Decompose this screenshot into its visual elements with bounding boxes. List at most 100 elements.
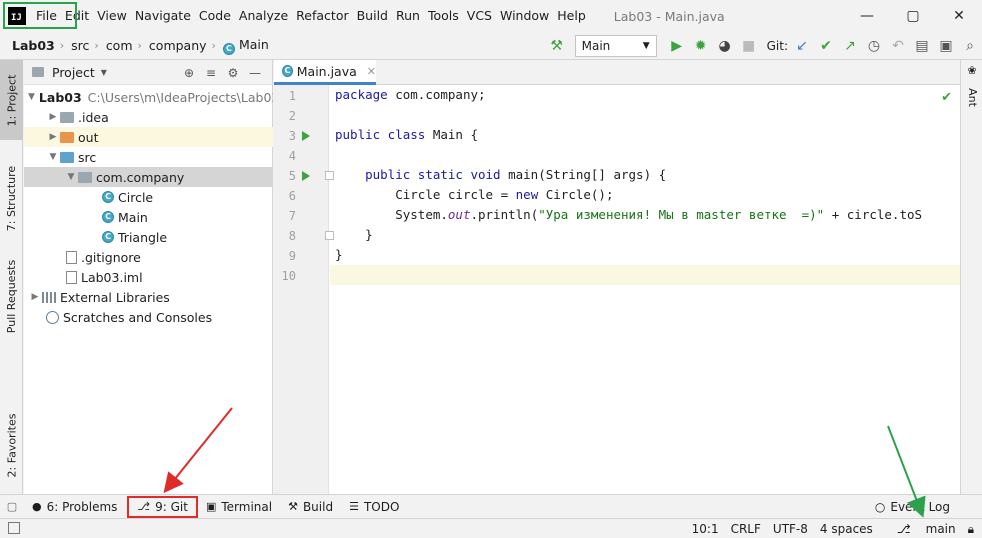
- tree-item-external-libraries[interactable]: ▶ External Libraries: [24, 287, 273, 307]
- run-configuration-select[interactable]: Main ▼: [574, 35, 657, 57]
- collapse-all-icon[interactable]: ≡: [200, 66, 222, 80]
- tree-item-iml[interactable]: Lab03.iml: [24, 267, 273, 287]
- tab-structure-label: 7: Structure: [5, 165, 18, 231]
- collapsed-arrow-icon[interactable]: ▶: [46, 112, 60, 122]
- expanded-arrow-icon[interactable]: ▼: [64, 172, 78, 182]
- menu-help[interactable]: Help: [553, 0, 590, 32]
- run-icon[interactable]: ▶: [665, 34, 689, 58]
- tree-item-src[interactable]: ▼ src: [24, 147, 273, 167]
- breadcrumb-company[interactable]: company: [145, 38, 209, 53]
- debug-icon[interactable]: ✹: [689, 34, 713, 58]
- window-controls: — ▢ ✕: [844, 0, 982, 32]
- breadcrumb-src[interactable]: src: [67, 38, 91, 53]
- tree-item-triangle[interactable]: C Triangle: [24, 227, 273, 247]
- run-gutter-icon[interactable]: [302, 171, 310, 181]
- locate-icon[interactable]: ⊕: [178, 66, 200, 80]
- line-separator[interactable]: CRLF: [731, 522, 761, 536]
- code-text: .println(: [470, 207, 539, 222]
- tab-project[interactable]: 1: Project: [0, 60, 23, 140]
- tree-item-gitignore[interactable]: .gitignore: [24, 247, 273, 267]
- window-title: Lab03 - Main.java: [613, 8, 725, 24]
- menu-navigate[interactable]: Navigate: [131, 0, 195, 32]
- breadcrumb-project[interactable]: Lab03: [0, 38, 57, 53]
- tree-item-root[interactable]: ▼ Lab03 C:\Users\m\IdeaProjects\Lab03: [24, 87, 273, 107]
- menu-analyze[interactable]: Analyze: [235, 0, 292, 32]
- run-gutter-icon[interactable]: [302, 131, 310, 141]
- editor-tab-strip: C Main.java ✕: [274, 60, 960, 85]
- expanded-arrow-icon[interactable]: ▼: [28, 92, 35, 102]
- menu-code[interactable]: Code: [195, 0, 235, 32]
- collapsed-arrow-icon[interactable]: ▶: [28, 292, 42, 302]
- presentation-mode-icon[interactable]: ▣: [934, 34, 958, 58]
- tree-item-main[interactable]: C Main: [24, 207, 273, 227]
- tool-terminal[interactable]: ▣ Terminal: [198, 495, 280, 519]
- tool-problems[interactable]: ● 6: Problems: [24, 495, 125, 519]
- menu-file[interactable]: File: [32, 0, 61, 32]
- minimize-icon[interactable]: —: [844, 0, 890, 32]
- coverage-icon[interactable]: ◕: [713, 34, 737, 58]
- tab-favorites[interactable]: 2: Favorites: [0, 405, 23, 485]
- project-structure-icon[interactable]: ▤: [910, 34, 934, 58]
- navigation-bar: Lab03 › src › com › company › C Main ⚒ Ma…: [0, 32, 982, 60]
- caret-position[interactable]: 10:1: [692, 522, 719, 536]
- tree-item-root-path: C:\Users\m\IdeaProjects\Lab03: [87, 89, 273, 105]
- gear-icon[interactable]: ⚙: [222, 66, 244, 80]
- tool-event-log[interactable]: ○ Event Log: [875, 495, 950, 519]
- maximize-icon[interactable]: ▢: [890, 0, 936, 32]
- build-hammer-icon[interactable]: ⚒: [545, 34, 569, 58]
- menu-edit[interactable]: Edit: [61, 0, 93, 32]
- git-history-icon[interactable]: ◷: [862, 34, 886, 58]
- code-area[interactable]: package com.company; public class Main {…: [330, 85, 960, 494]
- no-problems-check-icon[interactable]: ✔: [941, 90, 952, 105]
- git-branch-label: main: [925, 522, 956, 536]
- menu-vcs[interactable]: VCS: [463, 0, 496, 32]
- collapsed-arrow-icon[interactable]: ▶: [46, 132, 60, 142]
- tab-pull-requests[interactable]: Pull Requests: [0, 250, 23, 342]
- git-branch-widget[interactable]: ⎇ main: [885, 522, 956, 536]
- logo-text: IJ: [11, 13, 22, 23]
- tool-window-bars-icon[interactable]: [8, 522, 20, 534]
- tree-item-out[interactable]: ▶ out: [24, 127, 273, 147]
- lock-icon[interactable]: 🔒︎: [968, 522, 974, 537]
- git-update-icon[interactable]: ↙: [790, 34, 814, 58]
- chevron-right-icon: ›: [94, 39, 99, 52]
- tool-windows-toggle-icon[interactable]: ▢: [0, 500, 24, 513]
- editor-tab-main-java[interactable]: C Main.java ✕: [274, 60, 376, 85]
- menu-build[interactable]: Build: [353, 0, 392, 32]
- intellij-logo-icon[interactable]: IJ: [8, 7, 26, 25]
- git-toolbar-label: Git:: [766, 39, 788, 53]
- breadcrumb-file[interactable]: C Main: [219, 37, 271, 55]
- hide-icon[interactable]: —: [244, 66, 266, 80]
- close-icon[interactable]: ✕: [936, 0, 982, 32]
- git-push-icon[interactable]: ↗: [838, 34, 862, 58]
- close-tab-icon[interactable]: ✕: [367, 65, 376, 78]
- tool-build[interactable]: ⚒ Build: [280, 495, 341, 519]
- tree-item-circle[interactable]: C Circle: [24, 187, 273, 207]
- editor-tab-label: Main.java: [296, 63, 357, 79]
- git-commit-icon[interactable]: ✔: [814, 34, 838, 58]
- git-rollback-icon[interactable]: ↶: [886, 34, 910, 58]
- expanded-arrow-icon[interactable]: ▼: [46, 152, 60, 162]
- left-tool-stripe: 1: Project 7: Structure Pull Requests 2:…: [0, 60, 23, 494]
- tool-git[interactable]: ⎇ 9: Git: [127, 495, 198, 518]
- tree-item-package[interactable]: ▼ com.company: [24, 167, 273, 187]
- menu-view[interactable]: View: [93, 0, 131, 32]
- file-encoding[interactable]: UTF-8: [773, 522, 808, 536]
- menu-tools[interactable]: Tools: [424, 0, 463, 32]
- tab-ant[interactable]: ❀ Ant: [961, 64, 982, 107]
- tab-structure[interactable]: 7: Structure: [0, 152, 23, 244]
- breadcrumb-com[interactable]: com: [102, 38, 135, 53]
- menu-run[interactable]: Run: [392, 0, 424, 32]
- menu-window[interactable]: Window: [496, 0, 553, 32]
- tree-item-scratches[interactable]: Scratches and Consoles: [24, 307, 273, 327]
- event-log-icon: ○: [874, 500, 886, 514]
- project-view-select[interactable]: Project: [52, 65, 95, 80]
- search-icon[interactable]: ⌕: [958, 34, 982, 58]
- chevron-down-icon[interactable]: ▼: [101, 68, 107, 77]
- tool-todo[interactable]: ☰ TODO: [341, 495, 407, 519]
- indent-setting[interactable]: 4 spaces: [820, 522, 873, 536]
- stop-icon[interactable]: ■: [737, 34, 761, 58]
- tree-item-idea[interactable]: ▶ .idea: [24, 107, 273, 127]
- menu-refactor[interactable]: Refactor: [292, 0, 352, 32]
- build-hammer-icon: ⚒: [288, 500, 298, 513]
